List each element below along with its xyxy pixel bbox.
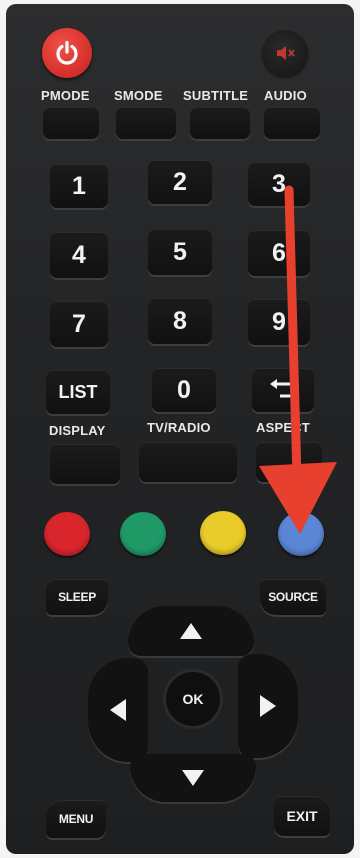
annotation-arrow-icon xyxy=(259,185,337,534)
tv-remote: PMODE SMODE SUBTITLE AUDIO 1 2 3 4 5 6 7… xyxy=(6,4,354,854)
